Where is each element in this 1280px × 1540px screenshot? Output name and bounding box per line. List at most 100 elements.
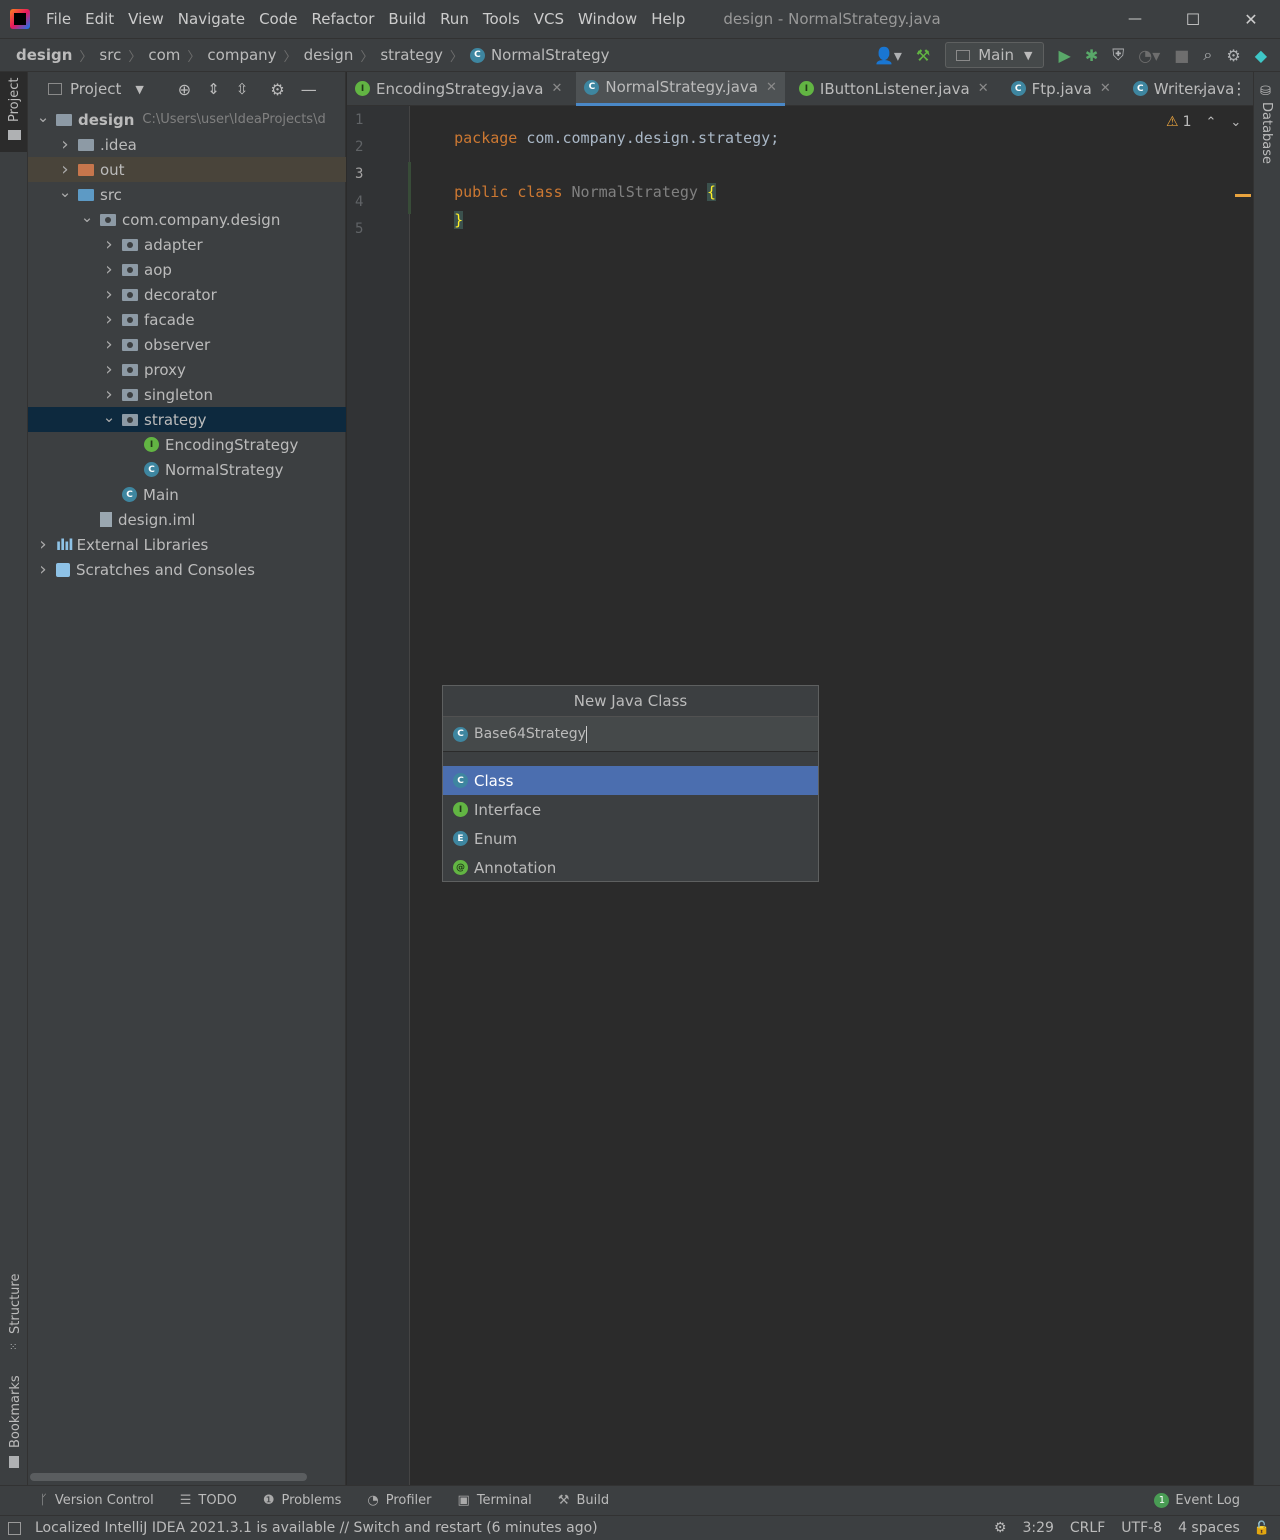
chevron-right-icon[interactable]: › — [102, 259, 116, 280]
tree-item-main[interactable]: C Main — [28, 482, 346, 507]
tree-item-design-iml[interactable]: design.iml — [28, 507, 346, 532]
hide-panel-icon[interactable]: — — [301, 80, 317, 99]
chevron-right-icon[interactable]: › — [36, 559, 50, 580]
locate-icon[interactable]: ⊕ — [178, 80, 191, 99]
option-enum[interactable]: E Enum — [443, 824, 818, 853]
previous-highlight-icon[interactable]: ⌃ — [1205, 115, 1216, 130]
more-options-icon[interactable]: ⋮ — [1231, 79, 1247, 98]
profile-icon[interactable]: ◔▾ — [1138, 46, 1160, 65]
warning-stripe-marker[interactable] — [1235, 194, 1251, 197]
event-log-button[interactable]: 1 Event Log — [1154, 1493, 1240, 1508]
tree-item-normalstrategy[interactable]: C NormalStrategy — [28, 457, 346, 482]
option-interface[interactable]: I Interface — [443, 795, 818, 824]
tool-button-problems[interactable]: ❶ Problems — [263, 1493, 342, 1508]
chevron-right-icon[interactable]: › — [36, 534, 50, 555]
chevron-right-icon[interactable]: › — [102, 309, 116, 330]
breadcrumb-item[interactable]: com — [148, 46, 180, 64]
breadcrumb-item[interactable]: NormalStrategy — [491, 46, 610, 64]
project-panel-title[interactable]: Project — [70, 80, 121, 98]
tree-item-proxy[interactable]: › proxy — [28, 357, 346, 382]
close-icon[interactable]: ✕ — [1100, 81, 1111, 96]
menu-item-window[interactable]: Window — [578, 10, 637, 28]
tree-item-com-company-design[interactable]: ⌄ com.company.design — [28, 207, 346, 232]
breadcrumb-item[interactable]: src — [99, 46, 121, 64]
chevron-down-icon[interactable]: ⌄ — [1195, 80, 1207, 96]
close-window-button[interactable]: ✕ — [1222, 10, 1280, 29]
tree-item-strategy[interactable]: ⌄ strategy — [28, 407, 346, 432]
chevron-right-icon[interactable]: › — [102, 384, 116, 405]
tree-item-encodingstrategy[interactable]: I EncodingStrategy — [28, 432, 346, 457]
file-encoding[interactable]: UTF-8 — [1121, 1520, 1162, 1536]
editor-tab[interactable]: C Writer.java — [1125, 72, 1243, 106]
menu-item-refactor[interactable]: Refactor — [311, 10, 374, 28]
chevron-down-icon[interactable]: ⌄ — [80, 208, 94, 226]
menu-item-vcs[interactable]: VCS — [534, 10, 564, 28]
chevron-right-icon[interactable]: › — [102, 284, 116, 305]
menu-item-navigate[interactable]: Navigate — [178, 10, 245, 28]
tree-item-design[interactable]: ⌄ design C:\Users\user\IdeaProjects\d — [28, 107, 346, 132]
expand-all-icon[interactable]: ⇕ — [207, 80, 220, 98]
class-name-input[interactable]: C Base64Strategy — [443, 717, 818, 752]
chevron-right-icon[interactable]: › — [58, 134, 72, 155]
menu-item-build[interactable]: Build — [388, 10, 426, 28]
run-config-selector[interactable]: Main ▼ — [945, 42, 1044, 68]
gear-icon[interactable]: ⚙ — [270, 80, 284, 99]
tree-item-aop[interactable]: › aop — [28, 257, 346, 282]
collapse-all-icon[interactable]: ⇳ — [236, 80, 249, 98]
tool-button-todo[interactable]: ☰ TODO — [180, 1493, 237, 1508]
chevron-right-icon[interactable]: › — [102, 234, 116, 255]
status-message[interactable]: Localized IntelliJ IDEA 2021.3.1 is avai… — [35, 1520, 598, 1536]
menu-item-help[interactable]: Help — [651, 10, 685, 28]
chevron-down-icon[interactable]: ⌄ — [58, 183, 72, 201]
editor-tab[interactable]: C Ftp.java ✕ — [1003, 72, 1119, 106]
chevron-right-icon[interactable]: › — [58, 159, 72, 180]
build-hammer-icon[interactable]: ⚒ — [916, 46, 930, 65]
inspection-widget[interactable]: ⚠ 1 ⌃ ⌄ — [1166, 114, 1241, 130]
indent-setting[interactable]: 4 spaces — [1178, 1520, 1240, 1536]
tree-item-scratches-and-consoles[interactable]: › Scratches and Consoles — [28, 557, 346, 582]
coverage-icon[interactable]: ⛨ — [1112, 45, 1124, 65]
close-icon[interactable]: ✕ — [978, 81, 989, 96]
line-separator[interactable]: CRLF — [1070, 1520, 1105, 1536]
tool-button-build[interactable]: ⚒ Build — [558, 1493, 609, 1508]
run-icon[interactable]: ▶ — [1059, 46, 1071, 65]
debug-icon[interactable]: ✱ — [1085, 46, 1098, 65]
editor-tab[interactable]: I EncodingStrategy.java ✕ — [347, 72, 570, 106]
tree-item-external-libraries[interactable]: › ılıl External Libraries — [28, 532, 346, 557]
tool-button-profiler[interactable]: ◔ Profiler — [367, 1493, 431, 1508]
close-icon[interactable]: ✕ — [766, 80, 777, 95]
unlock-icon[interactable]: 🔓 — [1254, 1521, 1270, 1536]
tree-item--idea[interactable]: › .idea — [28, 132, 346, 157]
chevron-right-icon[interactable]: › — [102, 359, 116, 380]
chevron-down-icon[interactable]: ▼ — [135, 83, 143, 96]
tool-button-terminal[interactable]: ▣ Terminal — [458, 1493, 532, 1508]
tool-button-version-control[interactable]: ᚴ Version Control — [40, 1493, 154, 1508]
horizontal-scrollbar[interactable] — [30, 1473, 307, 1481]
menu-item-tools[interactable]: Tools — [483, 10, 520, 28]
code-with-me-icon[interactable]: ◆ — [1255, 46, 1267, 65]
close-icon[interactable]: ✕ — [551, 81, 562, 96]
maximize-button[interactable]: ☐ — [1164, 10, 1222, 29]
menu-item-edit[interactable]: Edit — [85, 10, 114, 28]
toggle-tool-windows-icon[interactable] — [8, 1521, 21, 1535]
editor-tab[interactable]: C NormalStrategy.java ✕ — [576, 71, 785, 106]
editor-tab[interactable]: I IButtonListener.java ✕ — [791, 72, 997, 106]
caret-position[interactable]: 3:29 — [1022, 1520, 1053, 1536]
breadcrumb-item[interactable]: design — [304, 46, 354, 64]
tree-item-facade[interactable]: › facade — [28, 307, 346, 332]
chevron-right-icon[interactable]: › — [102, 334, 116, 355]
stop-icon[interactable]: ■ — [1174, 46, 1189, 65]
tree-item-decorator[interactable]: › decorator — [28, 282, 346, 307]
user-icon[interactable]: 👤▾ — [874, 46, 902, 65]
menu-item-code[interactable]: Code — [259, 10, 297, 28]
tree-item-observer[interactable]: › observer — [28, 332, 346, 357]
bookmarks-tool-label[interactable]: Bookmarks — [8, 1375, 23, 1448]
breadcrumb-item[interactable]: strategy — [380, 46, 443, 64]
tree-item-adapter[interactable]: › adapter — [28, 232, 346, 257]
chevron-down-icon[interactable]: ⌄ — [102, 408, 116, 426]
menu-item-run[interactable]: Run — [440, 10, 469, 28]
tree-item-singleton[interactable]: › singleton — [28, 382, 346, 407]
background-tasks-icon[interactable]: ⚙ — [994, 1520, 1007, 1536]
tree-item-out[interactable]: › out — [28, 157, 346, 182]
structure-tool-label[interactable]: Structure — [8, 1274, 23, 1334]
